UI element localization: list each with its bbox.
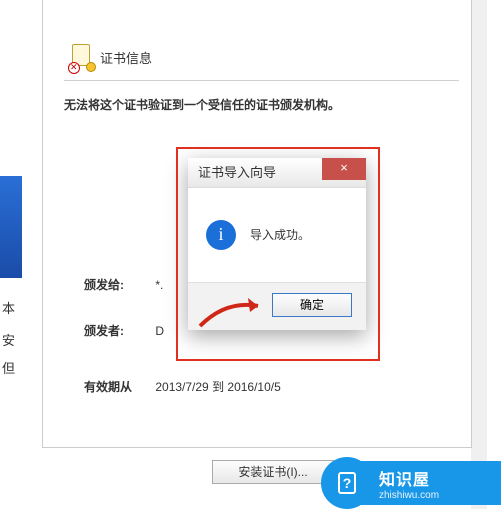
valid-period-row: 有效期从 2013/7/29 到 2016/10/5 bbox=[84, 378, 281, 395]
issued-by-value: D bbox=[155, 324, 164, 338]
issued-to-value: *. bbox=[155, 278, 163, 292]
dialog-footer: 确定 bbox=[188, 282, 366, 330]
issued-by-row: 颁发者: D bbox=[84, 322, 164, 339]
certificate-warning-text: 无法将这个证书验证到一个受信任的证书颁发机构。 bbox=[64, 96, 340, 113]
issued-to-row: 颁发给: *. bbox=[84, 276, 163, 293]
info-icon: i bbox=[206, 220, 236, 250]
valid-period-value: 2013/7/29 到 2016/10/5 bbox=[155, 378, 280, 395]
issued-to-label: 颁发给: bbox=[84, 276, 144, 293]
issued-by-label: 颁发者: bbox=[84, 322, 144, 339]
left-blue-block bbox=[0, 176, 22, 278]
truncated-text-3: 但 bbox=[2, 360, 15, 378]
scrollbar-strip[interactable] bbox=[471, 0, 487, 509]
valid-period-label: 有效期从 bbox=[84, 378, 144, 395]
left-vertical-strip: 本 安 但 bbox=[0, 0, 22, 509]
install-certificate-button[interactable]: 安装证书(I)... bbox=[212, 460, 334, 484]
watermark-url: zhishiwu.com bbox=[379, 490, 501, 501]
watermark-brand: 知识屋 bbox=[379, 466, 501, 490]
truncated-text-2: 安 bbox=[2, 332, 15, 350]
divider bbox=[64, 80, 459, 81]
watermark: ? 知识屋 zhishiwu.com bbox=[321, 457, 501, 509]
dialog-titlebar[interactable]: 证书导入向导 × bbox=[188, 158, 366, 188]
dialog-message: 导入成功。 bbox=[250, 226, 310, 243]
truncated-text-1: 本 bbox=[2, 300, 15, 318]
import-wizard-dialog: 证书导入向导 × i 导入成功。 确定 bbox=[188, 158, 366, 330]
certificate-title: 证书信息 bbox=[100, 48, 152, 67]
watermark-logo-icon: ? bbox=[321, 457, 373, 509]
close-icon: × bbox=[340, 160, 348, 175]
dialog-title-text: 证书导入向导 bbox=[198, 165, 276, 180]
svg-text:?: ? bbox=[343, 475, 352, 491]
certificate-error-icon bbox=[72, 44, 94, 70]
close-button[interactable]: × bbox=[322, 158, 366, 180]
dialog-body: i 导入成功。 bbox=[188, 188, 366, 282]
ok-button[interactable]: 确定 bbox=[272, 293, 352, 317]
